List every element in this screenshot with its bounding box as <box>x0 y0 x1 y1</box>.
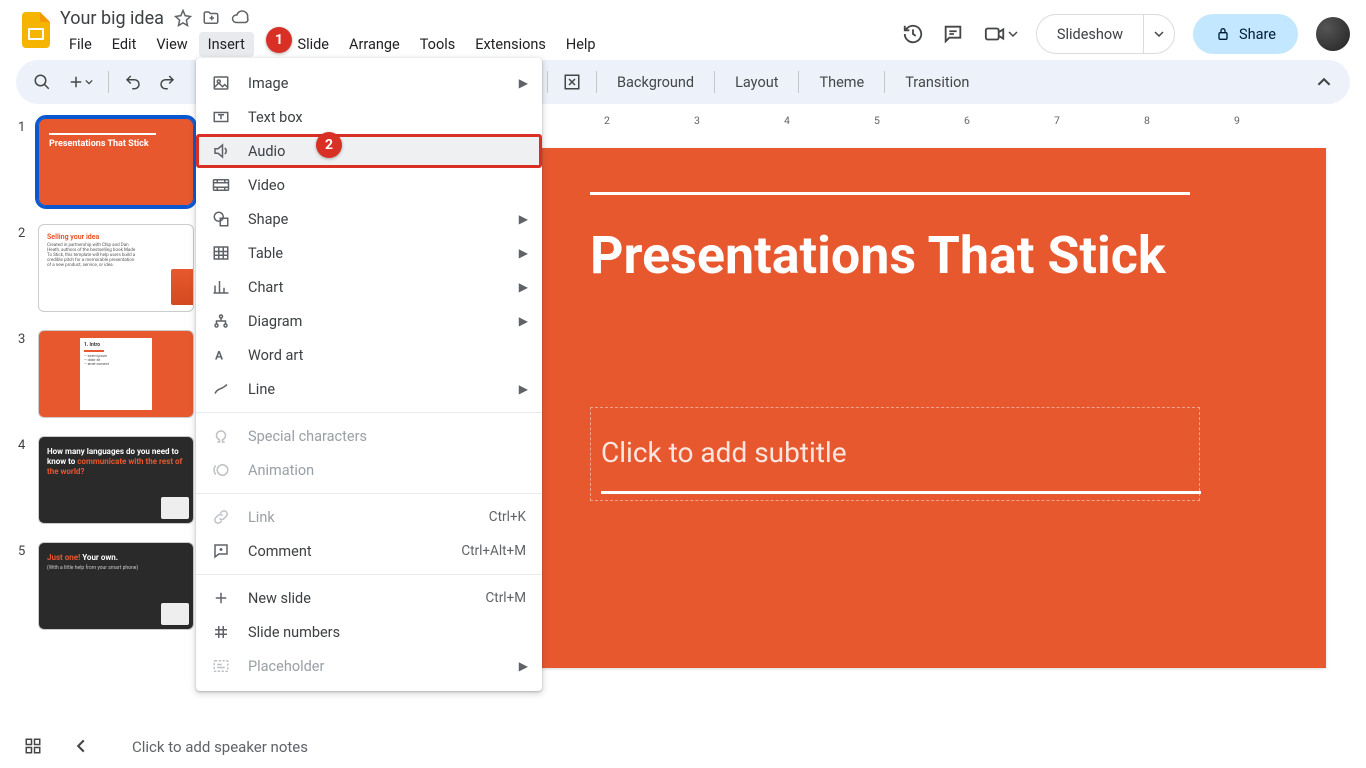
menu-view[interactable]: View <box>147 32 196 57</box>
menu-arrange[interactable]: Arrange <box>340 32 409 57</box>
share-button[interactable]: Share <box>1193 14 1298 54</box>
slide-canvas[interactable]: Presentations That Stick Click to add su… <box>530 148 1326 668</box>
placeholder-icon <box>212 657 236 675</box>
slide-thumbnail-4[interactable]: How many languages do you need to know t… <box>38 436 194 524</box>
history-icon[interactable] <box>902 23 924 45</box>
submenu-arrow-icon: ▶ <box>519 212 528 226</box>
menu-insert[interactable]: Insert <box>199 32 254 57</box>
link-icon <box>212 508 236 526</box>
submenu-arrow-icon: ▶ <box>519 246 528 260</box>
menu-edit[interactable]: Edit <box>103 32 146 57</box>
insert-table[interactable]: Table▶ <box>196 236 542 270</box>
submenu-arrow-icon: ▶ <box>519 314 528 328</box>
annotation-badge-1: 1 <box>266 27 292 53</box>
meet-icon[interactable] <box>982 23 1018 45</box>
image-icon <box>212 74 236 92</box>
theme-button[interactable]: Theme <box>809 70 874 95</box>
insert-textbox[interactable]: Text box <box>196 100 542 134</box>
insert-diagram[interactable]: Diagram▶ <box>196 304 542 338</box>
insert-comment[interactable]: CommentCtrl+Alt+M <box>196 534 542 568</box>
slide-thumbnail-1[interactable]: Presentations That Stick <box>38 118 194 206</box>
slide-number: 4 <box>18 436 32 524</box>
menu-file[interactable]: File <box>60 32 101 57</box>
insert-shape[interactable]: Shape▶ <box>196 202 542 236</box>
shape-icon <box>212 210 236 228</box>
slidenumbers-icon <box>212 623 236 641</box>
insert-specialchars: Special characters <box>196 419 542 453</box>
slide-number: 2 <box>18 224 32 312</box>
redo-tool[interactable] <box>153 68 181 96</box>
insert-chart[interactable]: Chart▶ <box>196 270 542 304</box>
search-tool[interactable] <box>28 68 56 96</box>
svg-text:A: A <box>215 349 224 363</box>
insert-wordart[interactable]: AWord art <box>196 338 542 372</box>
submenu-arrow-icon: ▶ <box>519 659 528 673</box>
fit-tool[interactable] <box>558 68 586 96</box>
submenu-arrow-icon: ▶ <box>519 280 528 294</box>
layout-button[interactable]: Layout <box>725 70 788 95</box>
document-title[interactable]: Your big idea <box>60 8 164 29</box>
transition-button[interactable]: Transition <box>895 70 979 95</box>
slide-thumbnail-5[interactable]: Just one! Your own.(With a little help f… <box>38 542 194 630</box>
specialchars-icon <box>212 427 236 445</box>
menu-tools[interactable]: Tools <box>411 32 465 57</box>
speaker-notes[interactable]: Click to add speaker notes <box>120 727 1342 766</box>
slide-number: 1 <box>18 118 32 206</box>
insert-animation: Animation <box>196 453 542 487</box>
slideshow-dropdown[interactable] <box>1143 15 1174 53</box>
slide-number: 5 <box>18 542 32 630</box>
title-bar: Your big idea File Edit View Insert at S… <box>0 0 1366 56</box>
insert-video[interactable]: Video <box>196 168 542 202</box>
menu-extensions[interactable]: Extensions <box>466 32 555 57</box>
star-icon[interactable] <box>174 9 192 27</box>
insert-placeholder: Placeholder▶ <box>196 649 542 683</box>
menu-slide[interactable]: Slide <box>288 32 338 57</box>
slides-logo[interactable] <box>16 10 56 50</box>
animation-icon <box>212 461 236 479</box>
table-icon <box>212 244 236 262</box>
account-avatar[interactable] <box>1316 17 1350 51</box>
subtitle-placeholder[interactable]: Click to add subtitle <box>590 407 1200 501</box>
insert-menu-dropdown: Image▶Text boxAudioVideoShape▶Table▶Char… <box>196 58 542 691</box>
diagram-icon <box>212 312 236 330</box>
submenu-arrow-icon: ▶ <box>519 76 528 90</box>
menu-help[interactable]: Help <box>557 32 605 57</box>
bottom-bar: Click to add speaker notes <box>0 724 1366 768</box>
move-icon[interactable] <box>202 9 220 27</box>
cloud-status-icon[interactable] <box>230 9 250 27</box>
annotation-badge-2: 2 <box>316 132 342 158</box>
insert-link: LinkCtrl+K <box>196 500 542 534</box>
audio-icon <box>212 142 236 160</box>
undo-tool[interactable] <box>119 68 147 96</box>
line-icon <box>212 380 236 398</box>
slide-thumbnail-2[interactable]: Selling your ideaCreated in partnership … <box>38 224 194 312</box>
slide-title[interactable]: Presentations That Stick <box>590 225 1266 287</box>
comments-icon[interactable] <box>942 23 964 45</box>
comment-icon <box>212 542 236 560</box>
slide-number: 3 <box>18 330 32 418</box>
insert-image[interactable]: Image▶ <box>196 66 542 100</box>
slideshow-button[interactable]: Slideshow <box>1036 14 1175 54</box>
wordart-icon: A <box>212 346 236 364</box>
chart-icon <box>212 278 236 296</box>
insert-newslide[interactable]: New slideCtrl+M <box>196 581 542 615</box>
textbox-icon <box>212 108 236 126</box>
collapse-toolbar[interactable] <box>1310 68 1338 96</box>
slide-thumbnail-3[interactable]: 1. Intro— lorem ipsum— dolor sit— amet c… <box>38 330 194 418</box>
video-icon <box>212 176 236 194</box>
background-button[interactable]: Background <box>607 70 704 95</box>
new-slide-tool[interactable] <box>62 68 98 96</box>
insert-line[interactable]: Line▶ <box>196 372 542 406</box>
grid-view-icon[interactable] <box>24 737 42 755</box>
menubar: File Edit View Insert at Slide Arrange T… <box>60 32 902 57</box>
submenu-arrow-icon: ▶ <box>519 382 528 396</box>
insert-audio[interactable]: Audio <box>196 134 542 168</box>
insert-slidenumbers[interactable]: Slide numbers <box>196 615 542 649</box>
newslide-icon <box>212 589 236 607</box>
collapse-filmstrip-icon[interactable] <box>74 739 88 753</box>
